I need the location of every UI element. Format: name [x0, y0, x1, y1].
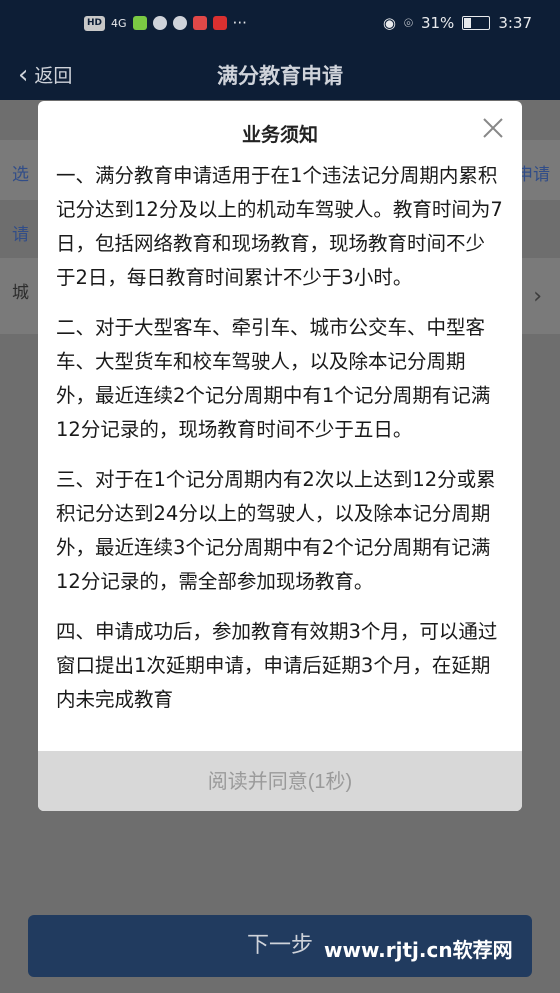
- hd-badge: HD: [84, 15, 106, 31]
- dialog-title: 业务须知: [241, 124, 318, 146]
- more-notifications-icon: ···: [232, 14, 247, 32]
- row-left-text: 城: [12, 283, 29, 303]
- row-left-text: 选: [12, 165, 29, 185]
- dialog-body: 一、满分教育申请适用于在1个违法记分周期内累积记分达到12分及以上的机动车驾驶人…: [56, 159, 504, 751]
- status-icons-left: HD 4G ···: [84, 14, 247, 32]
- battery-icon: [462, 16, 491, 30]
- notice-paragraph-1: 一、满分教育申请适用于在1个违法记分周期内累积记分达到12分及以上的机动车驾驶人…: [56, 164, 503, 289]
- close-icon[interactable]: [480, 115, 506, 141]
- eye-icon: ◉: [382, 14, 396, 32]
- read-and-agree-button[interactable]: 阅读并同意(1秒): [38, 751, 522, 811]
- chevron-right-icon: ›: [533, 284, 542, 309]
- status-icons-right: ◉ ⌾ 31% 3:37: [383, 14, 532, 32]
- battery-percent: 31%: [420, 14, 455, 32]
- page-title: 满分教育申请: [217, 64, 343, 88]
- clock-time: 3:37: [498, 14, 532, 32]
- app-header: ‹ 返回 满分教育申请: [0, 50, 560, 100]
- notice-paragraph-4: 四、申请成功后，参加教育有效期3个月，可以通过窗口提出1次延期申请，申请后延期3…: [56, 620, 498, 711]
- app-notification-icon: [132, 16, 147, 30]
- reader-icon: [192, 16, 207, 30]
- signal-indicator: 4G: [111, 16, 127, 30]
- message-icon: [172, 16, 187, 30]
- status-bar: HD 4G ··· ◉ ⌾ 31% 3:37: [0, 0, 560, 50]
- notice-paragraph-3: 三、对于在1个记分周期内有2次以上达到12分或累积记分达到24分以上的驾驶人，以…: [56, 468, 496, 593]
- notice-dialog: 业务须知 一、满分教育申请适用于在1个违法记分周期内累积记分达到12分及以上的机…: [38, 101, 522, 811]
- notice-paragraph-2: 二、对于大型客车、牵引车、城市公交车、中型客车、大型货车和校车驾驶人，以及除本记…: [56, 316, 491, 441]
- row-left-text: 请: [12, 225, 29, 245]
- news-icon: [212, 16, 227, 30]
- location-icon: ⌾: [403, 14, 413, 32]
- watermark: www.rjtj.cn软荐网: [324, 938, 513, 962]
- wechat-icon: [152, 16, 167, 30]
